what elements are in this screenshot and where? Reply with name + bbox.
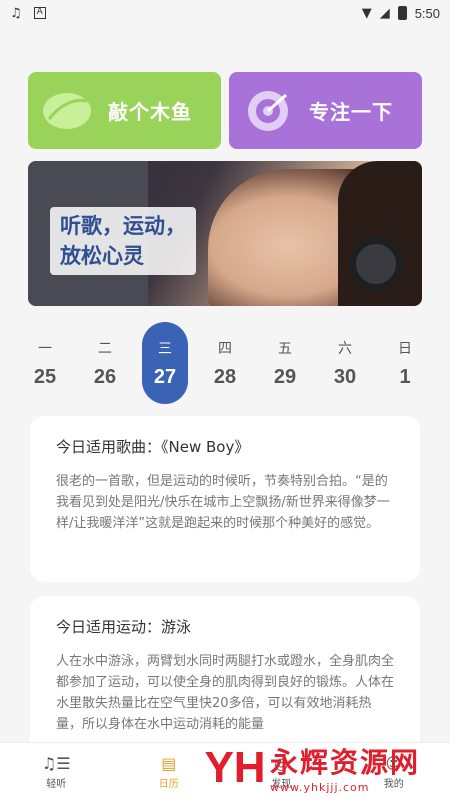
- date-label: 26: [93, 365, 117, 388]
- watermark-url: www.yhkjjj.com: [270, 781, 370, 794]
- day-tue[interactable]: 二 26: [82, 322, 128, 404]
- weekday-label: 二: [98, 340, 112, 357]
- nav-label: 轻听: [46, 778, 67, 790]
- watermark-title: 永辉资源网: [270, 746, 421, 779]
- weekday-label: 六: [338, 340, 352, 357]
- sport-description: 人在水中游泳，两臂划水同时两腿打水或蹬水，全身肌肉全都参加了运动，可以使全身的肌…: [56, 654, 395, 732]
- day-fri[interactable]: 五 29: [262, 322, 308, 404]
- date-label: 30: [333, 365, 357, 388]
- weekday-label: 一: [38, 340, 52, 357]
- music-note-icon: ♫: [10, 5, 22, 21]
- date-label: 25: [33, 365, 57, 388]
- focus-title: 专注一下: [309, 100, 393, 124]
- date-label: 29: [273, 365, 297, 388]
- signal-icon: ◢: [379, 5, 390, 21]
- wifi-icon: ▼: [361, 5, 372, 21]
- focus-target-icon: [241, 84, 295, 138]
- banner-text: 听歌，运动， 放松心灵: [50, 207, 196, 275]
- watermark-logo-icon: YH: [204, 742, 266, 792]
- day-thu[interactable]: 四 28: [202, 322, 248, 404]
- weekday-label: 四: [218, 340, 232, 357]
- watermark: YH 永辉资源网 www.yhkjjj.com: [200, 735, 450, 800]
- sport-heading: 今日适用运动：游泳: [56, 618, 192, 636]
- day-mon[interactable]: 一 25: [22, 322, 68, 404]
- nav-label: 日历: [158, 778, 179, 790]
- wooden-fish-card[interactable]: 敲个木鱼: [28, 72, 221, 149]
- date-label: 28: [213, 365, 237, 388]
- headphone-graphic: [348, 236, 404, 292]
- day-sat[interactable]: 六 30: [322, 322, 368, 404]
- weekday-label: 五: [278, 340, 292, 357]
- clock: 5:50: [414, 5, 440, 21]
- song-heading: 今日适用歌曲：《New Boy》: [56, 438, 250, 456]
- sport-card[interactable]: 今日适用运动：游泳 人在水中游泳，两臂划水同时两腿打水或蹬水，全身肌肉全都参加了…: [30, 596, 420, 756]
- battery-icon: [397, 6, 407, 20]
- wooden-fish-title: 敲个木鱼: [108, 100, 192, 124]
- feature-cards: 敲个木鱼 专注一下: [28, 72, 422, 149]
- day-wed-selected[interactable]: 三 27: [142, 322, 188, 404]
- song-card[interactable]: 今日适用歌曲：《New Boy》 很老的一首歌，但是运动的时候听，节奏特别合拍。…: [30, 416, 420, 582]
- focus-card[interactable]: 专注一下: [229, 72, 422, 149]
- song-description: 很老的一首歌，但是运动的时候听，节奏特别合拍。“是的我看见到处是阳光/快乐在城市…: [56, 474, 390, 531]
- weekday-label: 三: [158, 340, 172, 357]
- wooden-fish-icon: [40, 84, 94, 138]
- banner-line-2: 放松心灵: [60, 243, 144, 268]
- music-list-icon: ♫☰: [41, 753, 71, 773]
- banner-line-1: 听歌，运动，: [60, 213, 186, 238]
- status-bar: ♫ A ▼ ◢ 5:50: [0, 0, 450, 26]
- banner[interactable]: 听歌，运动， 放松心灵: [28, 161, 422, 306]
- date-label: 27: [153, 365, 177, 388]
- week-selector: 一 25 二 26 三 27 四 28 五 29 六 30 日 1: [22, 322, 428, 404]
- date-label: 1: [399, 365, 411, 388]
- day-sun[interactable]: 日 1: [382, 322, 428, 404]
- weekday-label: 日: [398, 340, 412, 357]
- nav-listen[interactable]: ♫☰ 轻听: [0, 743, 113, 800]
- font-a-icon: A: [33, 7, 46, 19]
- calendar-icon: ▤: [161, 753, 177, 773]
